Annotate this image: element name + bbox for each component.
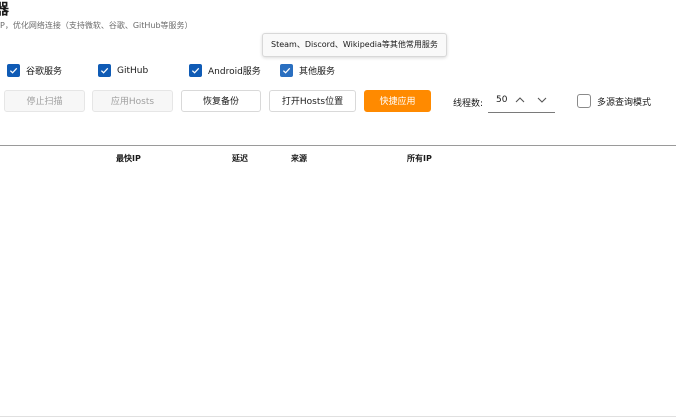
checkbox-checked-icon — [98, 64, 111, 77]
tooltip: Steam、Discord、Wikipedia等其他常用服务 — [262, 33, 447, 57]
service-other-label: 其他服务 — [299, 67, 336, 77]
column-header-latency[interactable]: 延迟 — [232, 153, 248, 164]
threads-spinner[interactable]: 50 — [488, 89, 555, 113]
column-header-all-ips[interactable]: 所有IP — [407, 153, 432, 164]
service-other-checkbox[interactable]: 其他服务 — [280, 64, 335, 77]
column-header-fastest-ip[interactable]: 最快IP — [116, 153, 141, 164]
chevron-down-icon[interactable] — [536, 94, 548, 106]
quick-apply-button[interactable]: 快捷应用 — [364, 90, 431, 112]
multi-source-checkbox[interactable]: 多源查询模式 — [577, 94, 651, 108]
checkbox-checked-icon — [280, 64, 293, 77]
table-bottom-divider — [0, 416, 676, 417]
service-github-label: GitHub — [117, 65, 149, 76]
chevron-up-icon[interactable] — [514, 94, 526, 106]
apply-hosts-button[interactable]: 应用Hosts — [92, 90, 173, 112]
service-github-checkbox[interactable]: GitHub — [98, 64, 148, 77]
stop-scan-button[interactable]: 停止扫描 — [4, 90, 85, 112]
checkbox-checked-icon — [189, 64, 202, 77]
page-subtitle: P，优化网络连接（支持微软、谷歌、GitHub等服务） — [0, 21, 193, 30]
service-google-label: 谷歌服务 — [26, 67, 63, 77]
service-android-label: Android服务 — [208, 67, 261, 77]
checkbox-unchecked-icon — [577, 94, 591, 108]
table-top-divider — [0, 145, 676, 146]
page-title: 器 — [0, 0, 10, 18]
service-android-checkbox[interactable]: Android服务 — [189, 64, 261, 77]
threads-value[interactable]: 50 — [496, 95, 507, 105]
multi-source-label: 多源查询模式 — [597, 97, 652, 108]
column-header-source[interactable]: 来源 — [291, 153, 307, 164]
open-hosts-location-button[interactable]: 打开Hosts位置 — [269, 90, 356, 112]
restore-backup-button[interactable]: 恢复备份 — [181, 90, 261, 112]
threads-label: 线程数: — [453, 99, 484, 109]
checkbox-checked-icon — [7, 64, 20, 77]
service-google-checkbox[interactable]: 谷歌服务 — [7, 64, 62, 77]
